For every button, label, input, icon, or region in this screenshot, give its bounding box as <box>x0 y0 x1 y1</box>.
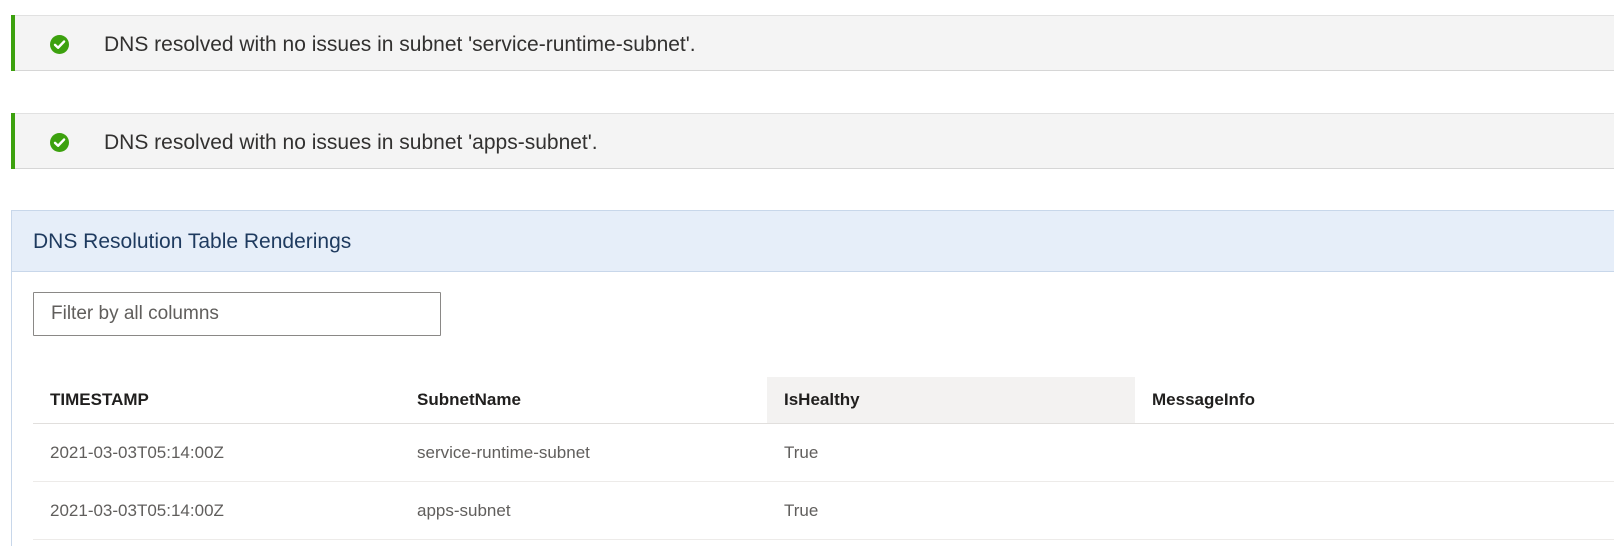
success-notice: DNS resolved with no issues in subnet 's… <box>11 15 1614 71</box>
cell-timestamp: 2021-03-03T05:14:00Z <box>50 500 224 520</box>
check-circle-icon <box>50 35 69 54</box>
cell-messageinfo <box>1135 424 1614 481</box>
panel-title: DNS Resolution Table Renderings <box>33 230 352 253</box>
success-notice: DNS resolved with no issues in subnet 'a… <box>11 113 1614 169</box>
cell-ishealthy: True <box>784 500 819 520</box>
table-row[interactable]: 2021-03-03T05:14:00Z apps-subnet True <box>33 482 1614 540</box>
dns-resolution-table: TIMESTAMP SubnetName IsHealthy MessageIn… <box>33 377 1614 540</box>
table-header-row: TIMESTAMP SubnetName IsHealthy MessageIn… <box>33 377 1614 424</box>
dns-resolution-panel: DNS Resolution Table Renderings TIMESTAM… <box>11 210 1614 546</box>
panel-header: DNS Resolution Table Renderings <box>12 211 1614 272</box>
notice-message: DNS resolved with no issues in subnet 'a… <box>104 131 598 154</box>
column-header-messageinfo[interactable]: MessageInfo <box>1135 377 1614 423</box>
column-header-timestamp[interactable]: TIMESTAMP <box>33 377 400 423</box>
notice-message: DNS resolved with no issues in subnet 's… <box>104 33 696 56</box>
filter-input[interactable] <box>33 292 441 336</box>
column-header-ishealthy[interactable]: IsHealthy <box>767 377 1135 423</box>
cell-subnetname: apps-subnet <box>417 500 511 520</box>
column-header-subnetname[interactable]: SubnetName <box>400 377 767 423</box>
table-row[interactable]: 2021-03-03T05:14:00Z service-runtime-sub… <box>33 424 1614 482</box>
cell-timestamp: 2021-03-03T05:14:00Z <box>50 442 224 462</box>
page: DNS resolved with no issues in subnet 's… <box>0 0 1614 546</box>
cell-ishealthy: True <box>784 442 819 462</box>
cell-subnetname: service-runtime-subnet <box>417 442 590 462</box>
check-circle-icon <box>50 133 69 152</box>
cell-messageinfo <box>1135 482 1614 539</box>
